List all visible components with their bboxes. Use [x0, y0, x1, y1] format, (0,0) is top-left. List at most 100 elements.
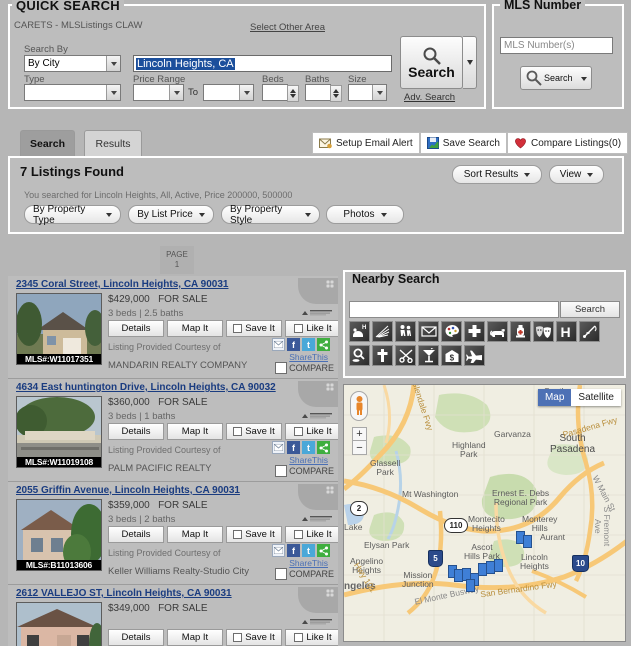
fire-hydrant-icon[interactable]: [510, 321, 531, 342]
like-it-checkbox[interactable]: [294, 427, 304, 436]
save-it-checkbox[interactable]: [233, 633, 243, 642]
twitter-share-icon[interactable]: t: [302, 338, 315, 351]
listing-card[interactable]: 2612 VALLEJO ST, Lincoln Heights, CA 900…: [8, 585, 338, 646]
listing-thumbnail[interactable]: [16, 602, 102, 646]
church-cross-icon[interactable]: [372, 345, 393, 366]
details-button[interactable]: Details: [108, 423, 164, 440]
grid-icon[interactable]: [326, 280, 334, 288]
zoom-in-button[interactable]: +: [352, 427, 367, 441]
map-marker[interactable]: [494, 559, 503, 572]
pegman-icon[interactable]: [350, 391, 368, 421]
compare-checkbox[interactable]: [275, 362, 288, 374]
map-view[interactable]: South Garvanza South Pasadena Highland P…: [343, 384, 626, 642]
hotel-h-icon[interactable]: H: [556, 321, 577, 342]
price-max-select[interactable]: [203, 84, 254, 101]
sharethis-icon[interactable]: [317, 338, 330, 351]
like-it-button[interactable]: Like It: [285, 320, 338, 337]
email-share-icon[interactable]: [272, 338, 285, 351]
page-indicator[interactable]: PAGE 1: [160, 246, 194, 274]
like-it-button[interactable]: Like It: [285, 629, 338, 646]
like-it-checkbox[interactable]: [294, 633, 304, 642]
art-palette-icon[interactable]: [441, 321, 462, 342]
map-marker[interactable]: [523, 535, 532, 548]
like-it-button[interactable]: Like It: [285, 423, 338, 440]
baths-stepper[interactable]: [305, 84, 342, 102]
details-button[interactable]: Details: [108, 320, 164, 337]
save-it-button[interactable]: Save It: [226, 629, 282, 646]
police-icon[interactable]: [349, 345, 370, 366]
bank-icon[interactable]: $: [441, 345, 462, 366]
theater-masks-icon[interactable]: [533, 321, 554, 342]
email-share-icon[interactable]: [272, 441, 285, 454]
listing-address[interactable]: 2345 Coral Street, Lincoln Heights, CA 9…: [16, 279, 228, 290]
sharethis-link[interactable]: ShareThis: [289, 352, 328, 362]
facebook-share-icon[interactable]: f: [287, 544, 300, 557]
twitter-share-icon[interactable]: t: [302, 441, 315, 454]
sharethis-icon[interactable]: [317, 441, 330, 454]
baths-stepper-arrows[interactable]: [330, 85, 342, 102]
save-search-button[interactable]: Save Search: [419, 132, 507, 154]
sort-results-dropdown[interactable]: Sort Results: [452, 165, 542, 184]
compare-control[interactable]: COMPARE: [275, 362, 334, 374]
nearby-search-input[interactable]: [349, 301, 559, 318]
details-button[interactable]: Details: [108, 629, 164, 646]
quick-search-button[interactable]: Search: [400, 36, 463, 89]
save-it-button[interactable]: Save It: [226, 423, 282, 440]
select-other-area-link[interactable]: Select Other Area: [250, 22, 325, 33]
type-select[interactable]: [24, 84, 121, 101]
sharethis-icon[interactable]: [317, 544, 330, 557]
like-it-button[interactable]: Like It: [285, 526, 338, 543]
listing-address[interactable]: 2612 VALLEJO ST, Lincoln Heights, CA 900…: [16, 588, 232, 599]
grid-icon[interactable]: [326, 383, 334, 391]
compare-checkbox[interactable]: [275, 568, 288, 580]
grid-icon[interactable]: [326, 589, 334, 597]
save-it-checkbox[interactable]: [233, 324, 243, 333]
palm-tree-icon[interactable]: [372, 321, 393, 342]
view-dropdown[interactable]: View: [549, 165, 604, 184]
compare-control[interactable]: COMPARE: [275, 568, 334, 580]
listing-address[interactable]: 2055 Griffin Avenue, Lincoln Heights, CA…: [16, 485, 240, 496]
compare-listings-button[interactable]: Compare Listings(0): [506, 132, 629, 154]
dog-icon[interactable]: [487, 321, 508, 342]
setup-email-alert-button[interactable]: Setup Email Alert: [312, 132, 420, 154]
save-it-checkbox[interactable]: [233, 530, 243, 539]
search-by-select[interactable]: By City: [24, 55, 121, 72]
compare-control[interactable]: COMPARE: [275, 465, 334, 477]
tab-search[interactable]: Search: [20, 130, 75, 156]
map-type-map[interactable]: Map: [537, 389, 572, 406]
nearby-search-button[interactable]: Search: [560, 301, 620, 318]
cocktail-icon[interactable]: [418, 345, 439, 366]
beds-stepper-arrows[interactable]: [287, 85, 299, 102]
email-share-icon[interactable]: [272, 544, 285, 557]
advanced-search-link[interactable]: Adv. Search: [404, 92, 455, 103]
map-marker[interactable]: [466, 579, 475, 592]
twitter-share-icon[interactable]: t: [302, 544, 315, 557]
map-it-button[interactable]: Map It: [167, 423, 223, 440]
facebook-share-icon[interactable]: f: [287, 441, 300, 454]
people-icon[interactable]: [395, 321, 416, 342]
facebook-share-icon[interactable]: f: [287, 338, 300, 351]
mls-number-input[interactable]: MLS Number(s): [500, 37, 613, 54]
map-type-satellite[interactable]: Satellite: [571, 389, 621, 406]
filter-by-list-price[interactable]: By List Price: [128, 205, 214, 224]
save-it-checkbox[interactable]: [233, 427, 243, 436]
map-it-button[interactable]: Map It: [167, 629, 223, 646]
tab-results[interactable]: Results: [84, 130, 142, 156]
listing-thumbnail[interactable]: MLS#:B11013606: [16, 499, 102, 571]
pet-hotel-icon[interactable]: H: [349, 321, 370, 342]
filter-by-property-style[interactable]: By Property Style: [221, 204, 320, 226]
filter-photos[interactable]: Photos: [326, 205, 404, 224]
like-it-checkbox[interactable]: [294, 530, 304, 539]
price-min-select[interactable]: [133, 84, 184, 101]
grid-icon[interactable]: [326, 486, 334, 494]
save-it-button[interactable]: Save It: [226, 320, 282, 337]
scissors-icon[interactable]: [395, 345, 416, 366]
save-it-button[interactable]: Save It: [226, 526, 282, 543]
listing-card[interactable]: 2345 Coral Street, Lincoln Heights, CA 9…: [8, 276, 338, 379]
chevron-down-icon[interactable]: [581, 72, 587, 84]
sharethis-link[interactable]: ShareThis: [289, 558, 328, 568]
mls-search-button[interactable]: Search: [520, 66, 592, 90]
airplane-icon[interactable]: [464, 345, 485, 366]
quick-search-dropdown-toggle[interactable]: [463, 36, 477, 89]
listing-thumbnail[interactable]: MLS#:W11017351: [16, 293, 102, 365]
